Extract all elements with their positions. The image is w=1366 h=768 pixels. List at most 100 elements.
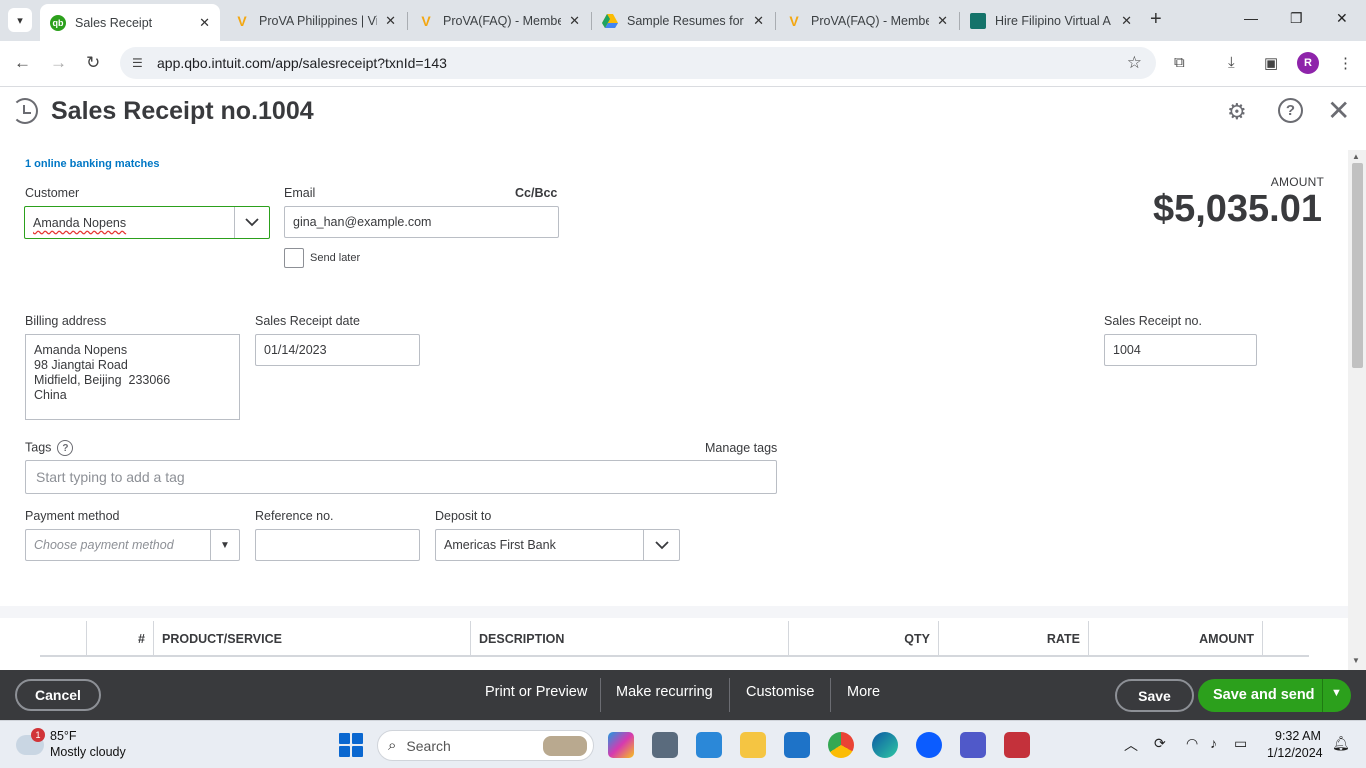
receipt-date-field[interactable]: 01/14/2023 [255,334,420,366]
scroll-up-icon[interactable]: ▲ [1352,152,1360,161]
close-tab-icon[interactable]: ✕ [199,15,210,31]
clock-time[interactable]: 9:32 AM [1275,729,1321,743]
email-field[interactable]: gina_han@example.com [284,206,559,238]
reload-icon[interactable]: ↻ [86,53,100,73]
caret-down-icon[interactable]: ▼ [210,530,239,560]
tab-sample-resumes[interactable]: Sample Resumes for ✕ [592,6,774,36]
close-tab-icon[interactable]: ✕ [1121,13,1132,29]
tags-label-row: Tags? [25,440,74,456]
cc-bcc-link[interactable]: Cc/Bcc [515,186,557,200]
side-panel-icon[interactable]: ▣ [1264,54,1278,72]
sync-icon[interactable]: ⟳ [1154,735,1166,752]
extensions-icon[interactable]: ⧉ [1174,54,1185,71]
back-icon[interactable]: ← [14,53,31,73]
window-close-icon[interactable]: ✕ [1336,10,1348,27]
notification-bell-icon[interactable]: 🔔︎ [1332,735,1350,752]
deposit-to-value: Americas First Bank [444,538,556,552]
tab-sales-receipt[interactable]: qb Sales Receipt ✕ [40,4,220,41]
close-tab-icon[interactable]: ✕ [753,13,764,29]
close-tab-icon[interactable]: ✕ [385,13,396,29]
chrome-icon[interactable] [828,732,854,758]
download-icon[interactable]: ⤓ [1228,54,1235,71]
url-text[interactable]: app.qbo.intuit.com/app/salesreceipt?txnI… [157,55,447,71]
close-form-icon[interactable]: ✕ [1327,94,1350,127]
footer-separator [729,678,730,712]
new-tab-icon[interactable]: + [1150,8,1162,31]
restore-icon[interactable]: ❐ [1290,10,1303,27]
zoom-icon[interactable] [916,732,942,758]
save-and-send-button[interactable]: Save and send ▼ [1198,679,1351,712]
windows-start-icon[interactable] [339,733,363,757]
customise-button[interactable]: Customise [746,684,815,700]
reference-no-label: Reference no. [255,509,334,523]
edge-icon[interactable] [872,732,898,758]
amount-total: $5,035.01 [1152,188,1322,230]
bookmark-star-icon[interactable]: ☆ [1127,53,1142,73]
make-recurring-button[interactable]: Make recurring [616,684,713,700]
clock-date[interactable]: 1/12/2024 [1267,746,1323,760]
scroll-down-icon[interactable]: ▼ [1352,656,1360,665]
column-header-product: PRODUCT/SERVICE [153,621,470,657]
tab-title: ProVA(FAQ) - Membe [443,14,562,28]
tab-prova-faq-2[interactable]: V ProVA(FAQ) - Membe ✕ [776,6,958,36]
gear-icon[interactable]: ⚙ [1227,99,1247,125]
teams-icon[interactable] [960,732,986,758]
microsoft-store-icon[interactable] [696,732,722,758]
line-items-header: # PRODUCT/SERVICE DESCRIPTION QTY RATE A… [40,621,1309,657]
banking-matches-link[interactable]: 1 online banking matches [25,158,159,170]
customer-value: Amanda Nopens [33,215,127,230]
forward-icon[interactable]: → [50,53,67,73]
weather-description[interactable]: Mostly cloudy [50,745,126,759]
task-view-icon[interactable] [652,732,678,758]
print-preview-button[interactable]: Print or Preview [485,684,587,700]
caret-down-icon[interactable]: ▼ [1331,687,1342,699]
close-tab-icon[interactable]: ✕ [569,13,580,29]
taskbar-search-label: Search [406,737,451,754]
scrollbar-thumb[interactable] [1352,163,1363,368]
weather-temperature[interactable]: 85°F [50,729,77,743]
chevron-down-icon[interactable] [234,207,269,238]
deposit-to-dropdown[interactable]: Americas First Bank [435,529,680,561]
more-button[interactable]: More [847,684,880,700]
billing-address-field[interactable]: Amanda Nopens 98 Jiangtai Road Midfield,… [25,334,240,420]
address-line: Amanda Nopens [34,343,128,357]
copilot-icon[interactable] [608,732,634,758]
column-header-qty: QTY [788,621,938,657]
search-icon: ⌕ [388,737,397,754]
tab-search-icon[interactable]: ▾ [8,8,32,32]
tab-hire-filipino[interactable]: Hire Filipino Virtual A ✕ [960,6,1142,36]
close-tab-icon[interactable]: ✕ [937,13,948,29]
cancel-button[interactable]: Cancel [15,679,101,711]
show-hidden-icons[interactable]: ︿ [1124,735,1138,755]
receipt-no-field[interactable]: 1004 [1104,334,1257,366]
reference-no-field[interactable] [255,529,420,561]
taskbar-search[interactable]: ⌕ Search [377,730,594,761]
mail-icon[interactable] [784,732,810,758]
profile-avatar[interactable]: R [1297,52,1319,74]
manage-tags-link[interactable]: Manage tags [705,441,777,455]
chevron-down-icon[interactable] [643,530,679,560]
send-later-checkbox[interactable] [284,248,304,268]
site-info-icon[interactable]: ☰ [132,56,148,70]
tab-prova-philippines[interactable]: V ProVA Philippines | Vi ✕ [224,6,406,36]
payment-method-dropdown[interactable]: Choose payment method ▼ [25,529,240,561]
volume-icon[interactable]: ♪ [1210,735,1217,751]
save-button[interactable]: Save [1115,679,1194,712]
recent-transactions-icon[interactable] [12,98,38,124]
battery-icon[interactable]: ▭ [1234,735,1247,752]
snipping-tool-icon[interactable] [1004,732,1030,758]
wifi-icon[interactable]: ◠ [1186,735,1198,752]
save-and-send-label: Save and send [1213,687,1315,703]
file-explorer-icon[interactable] [740,732,766,758]
url-omnibox[interactable]: ☰ app.qbo.intuit.com/app/salesreceipt?tx… [120,47,1156,79]
tags-input[interactable]: Start typing to add a tag [25,460,777,494]
address-bar: ← → ↻ ☰ app.qbo.intuit.com/app/salesrece… [0,41,1366,87]
send-later-label: Send later [310,252,361,264]
chrome-menu-icon[interactable]: ⋮ [1338,54,1353,72]
question-icon[interactable]: ? [57,440,74,456]
help-icon[interactable]: ? [1278,98,1303,123]
minimize-icon[interactable]: — [1244,10,1258,26]
tab-prova-faq[interactable]: V ProVA(FAQ) - Membe ✕ [408,6,590,36]
column-header-rate: RATE [938,621,1088,657]
customer-dropdown[interactable]: Amanda Nopens [24,206,270,239]
